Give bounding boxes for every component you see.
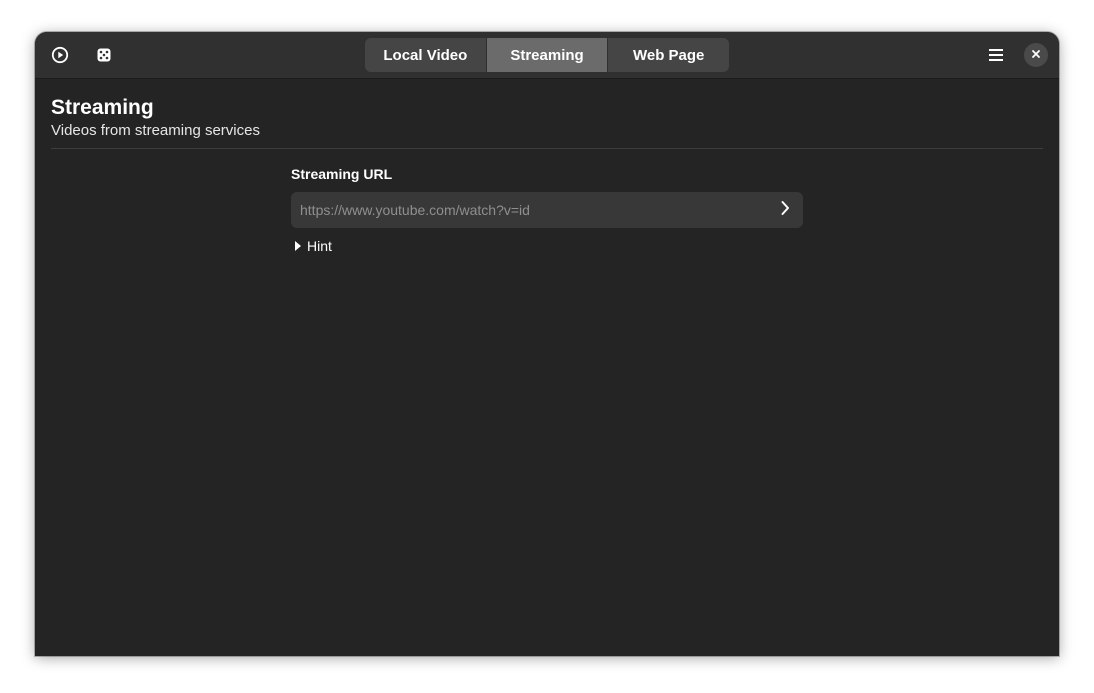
expander-arrow-icon [295,241,301,251]
hint-label: Hint [307,238,332,254]
tab-local-video[interactable]: Local Video [365,38,487,72]
main-menu-button[interactable] [979,38,1013,72]
close-icon [1031,46,1041,64]
tab-label: Streaming [510,46,584,64]
streaming-url-input[interactable] [300,192,760,228]
play-button[interactable] [43,38,77,72]
tab-streaming[interactable]: Streaming [486,38,609,72]
random-button[interactable] [87,38,121,72]
app-window: Local Video Streaming Web Page Streaming… [35,32,1059,656]
view-switcher: Local Video Streaming Web Page [365,38,729,72]
tab-web-page[interactable]: Web Page [608,38,729,72]
headerbar: Local Video Streaming Web Page [35,32,1059,79]
dice-icon [96,47,112,63]
tab-label: Web Page [632,46,705,64]
separator [51,148,1043,149]
page-title: Streaming [51,96,154,119]
close-window-button[interactable] [1024,43,1048,67]
hamburger-menu-icon [988,48,1004,62]
hint-expander[interactable]: Hint [295,237,332,255]
tab-label: Local Video [383,46,468,64]
page-subtitle: Videos from streaming services [51,122,260,139]
chevron-right-icon [779,200,791,221]
streaming-url-label: Streaming URL [291,166,393,182]
open-url-button[interactable] [775,200,795,220]
play-circle-icon [51,46,69,64]
streaming-url-entry [291,192,803,228]
